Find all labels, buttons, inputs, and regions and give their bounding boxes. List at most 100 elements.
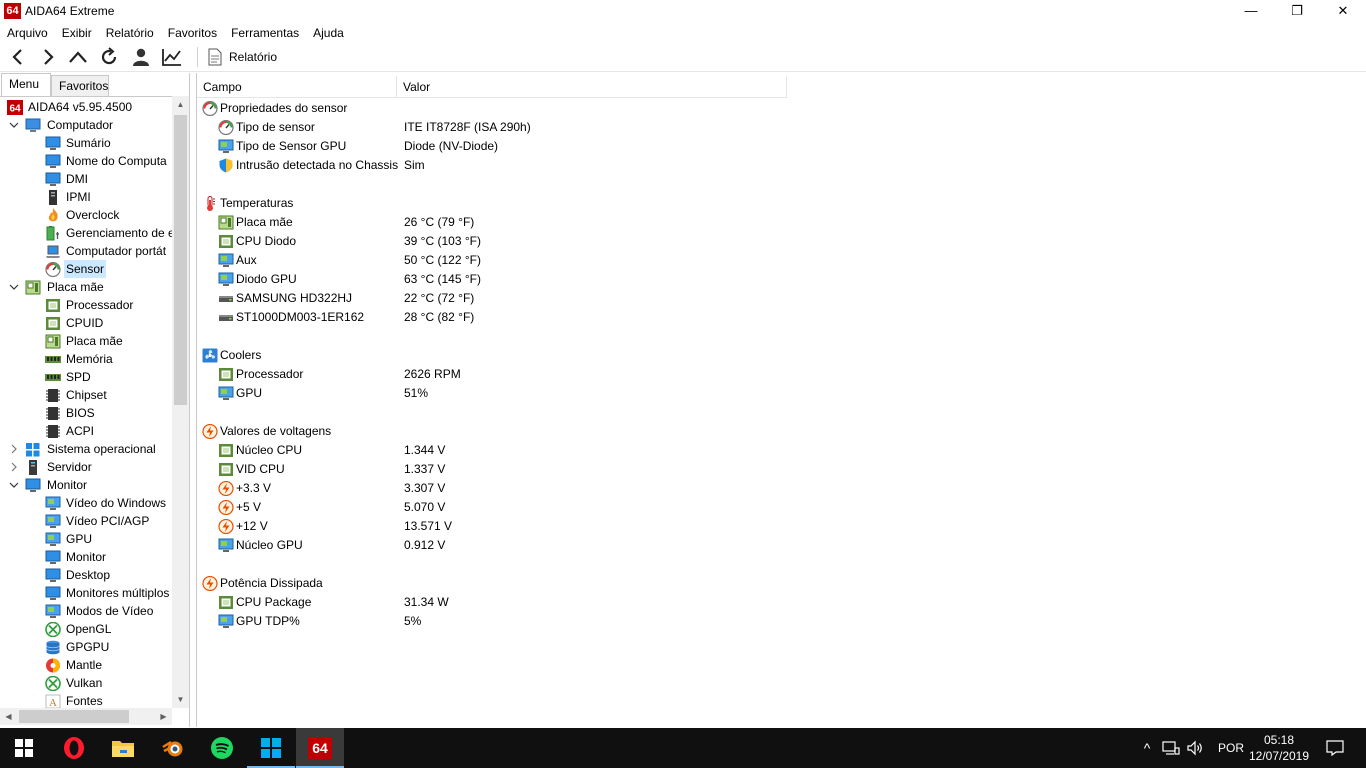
menu-exibir[interactable]: Exibir: [55, 23, 99, 42]
tree-item[interactable]: Nome do Computa: [0, 152, 172, 170]
tree-item[interactable]: Chipset: [0, 386, 172, 404]
tree-item[interactable]: GPGPU: [0, 638, 172, 656]
section-header[interactable]: Propriedades do sensor: [197, 99, 1366, 118]
sensor-row[interactable]: Aux 50 °C (122 °F): [197, 251, 1366, 270]
menu-ajuda[interactable]: Ajuda: [306, 23, 351, 42]
tree-item[interactable]: Gerenciamento de e: [0, 224, 172, 242]
forward-button[interactable]: [35, 45, 61, 69]
tray-expand-icon[interactable]: ^: [1138, 740, 1156, 756]
menu-relatorio[interactable]: Relatório: [99, 23, 161, 42]
tree-item[interactable]: Placa mãe: [0, 278, 172, 296]
tab-favoritos[interactable]: Favoritos: [51, 75, 109, 96]
tree-item[interactable]: 64 AIDA64 v5.95.4500: [0, 98, 172, 116]
tree-item[interactable]: ACPI: [0, 422, 172, 440]
tree-item[interactable]: A Fontes: [0, 692, 172, 708]
report-button[interactable]: Relatório: [207, 46, 277, 68]
tree-item[interactable]: Vulkan: [0, 674, 172, 692]
menu-arquivo[interactable]: Arquivo: [0, 23, 55, 42]
user-button[interactable]: [128, 45, 154, 69]
tab-menu[interactable]: Menu: [1, 73, 51, 96]
refresh-button[interactable]: [96, 45, 122, 69]
sensor-row[interactable]: Intrusão detectada no Chassis Sim: [197, 156, 1366, 175]
sensor-row[interactable]: VID CPU 1.337 V: [197, 460, 1366, 479]
tree-item[interactable]: Sensor: [0, 260, 172, 278]
section-header[interactable]: Temperaturas: [197, 194, 1366, 213]
section-header[interactable]: Valores de voltagens: [197, 422, 1366, 441]
benchmark-button[interactable]: [159, 45, 185, 69]
tree-item[interactable]: Placa mãe: [0, 332, 172, 350]
tree-item[interactable]: Monitor: [0, 476, 172, 494]
tree-item[interactable]: Desktop: [0, 566, 172, 584]
taskbar-opera[interactable]: [50, 728, 98, 768]
tree-item-label: Placa mãe: [66, 334, 123, 348]
sensor-row[interactable]: Placa mãe 26 °C (79 °F): [197, 213, 1366, 232]
section-header[interactable]: Potência Dissipada: [197, 574, 1366, 593]
tree-item[interactable]: Sistema operacional: [0, 440, 172, 458]
tree-item[interactable]: SPD: [0, 368, 172, 386]
tree-item[interactable]: IPMI: [0, 188, 172, 206]
sensor-row[interactable]: Diodo GPU 63 °C (145 °F): [197, 270, 1366, 289]
tree-scroll-thumb[interactable]: [174, 115, 187, 405]
volume-icon[interactable]: [1186, 740, 1204, 756]
language-indicator[interactable]: POR: [1218, 741, 1244, 755]
sensor-row[interactable]: Núcleo CPU 1.344 V: [197, 441, 1366, 460]
tree-item[interactable]: Vídeo do Windows: [0, 494, 172, 512]
sensor-row[interactable]: +3.3 V 3.307 V: [197, 479, 1366, 498]
sensor-row[interactable]: SAMSUNG HD322HJ 22 °C (72 °F): [197, 289, 1366, 308]
sensor-row[interactable]: GPU 51%: [197, 384, 1366, 403]
action-center-button[interactable]: [1320, 728, 1350, 768]
taskbar-file-explorer[interactable]: [99, 728, 147, 768]
sensor-row[interactable]: +12 V 13.571 V: [197, 517, 1366, 536]
tree-item[interactable]: Overclock: [0, 206, 172, 224]
tree-item[interactable]: Monitores múltiplos: [0, 584, 172, 602]
tree-vertical-scrollbar[interactable]: ▲ ▼: [172, 96, 189, 708]
tree-item[interactable]: Processador: [0, 296, 172, 314]
taskbar-aida64[interactable]: 64: [296, 728, 344, 768]
tree-item[interactable]: Monitor: [0, 548, 172, 566]
tree-item[interactable]: DMI: [0, 170, 172, 188]
scroll-left-arrow-icon[interactable]: ◀: [0, 708, 17, 725]
tree-item[interactable]: OpenGL: [0, 620, 172, 638]
tree-horizontal-scrollbar[interactable]: ◀ ▶: [0, 708, 172, 725]
sensor-row[interactable]: +5 V 5.070 V: [197, 498, 1366, 517]
tree-item[interactable]: Memória: [0, 350, 172, 368]
column-valor[interactable]: Valor: [397, 76, 787, 98]
section-header[interactable]: Coolers: [197, 346, 1366, 365]
sensor-row[interactable]: Núcleo GPU 0.912 V: [197, 536, 1366, 555]
tree-item[interactable]: Computador portát: [0, 242, 172, 260]
network-icon[interactable]: [1162, 740, 1180, 756]
sensor-row[interactable]: Tipo de Sensor GPU Diode (NV-Diode): [197, 137, 1366, 156]
tree-item[interactable]: GPU: [0, 530, 172, 548]
tree-hscroll-thumb[interactable]: [19, 710, 129, 723]
tree-item[interactable]: Mantle: [0, 656, 172, 674]
tree-item[interactable]: Modos de Vídeo: [0, 602, 172, 620]
tree-item[interactable]: BIOS: [0, 404, 172, 422]
minimize-button[interactable]: —: [1228, 0, 1274, 23]
tree-item[interactable]: Sumário: [0, 134, 172, 152]
sensor-row[interactable]: CPU Diodo 39 °C (103 °F): [197, 232, 1366, 251]
column-campo[interactable]: Campo: [197, 76, 397, 98]
scroll-down-arrow-icon[interactable]: ▼: [172, 691, 189, 708]
sensor-row[interactable]: Processador 2626 RPM: [197, 365, 1366, 384]
taskbar-windows-app[interactable]: [247, 728, 295, 768]
tree-item[interactable]: Servidor: [0, 458, 172, 476]
tree-item[interactable]: Vídeo PCI/AGP: [0, 512, 172, 530]
sensor-row[interactable]: GPU TDP% 5%: [197, 612, 1366, 631]
maximize-button[interactable]: ❐: [1274, 0, 1320, 23]
menu-favoritos[interactable]: Favoritos: [161, 23, 224, 42]
close-button[interactable]: ✕: [1320, 0, 1366, 23]
scroll-up-arrow-icon[interactable]: ▲: [172, 96, 189, 113]
taskbar-spotify[interactable]: [198, 728, 246, 768]
clock[interactable]: 05:18 12/07/2019: [1247, 732, 1311, 764]
tree-item[interactable]: CPUID: [0, 314, 172, 332]
scroll-right-arrow-icon[interactable]: ▶: [155, 708, 172, 725]
tree-item[interactable]: Computador: [0, 116, 172, 134]
back-button[interactable]: [5, 45, 31, 69]
sensor-row[interactable]: CPU Package 31.34 W: [197, 593, 1366, 612]
taskbar-blender[interactable]: [149, 728, 197, 768]
sensor-row[interactable]: ST1000DM003-1ER162 28 °C (82 °F): [197, 308, 1366, 327]
start-button[interactable]: [0, 728, 48, 768]
sensor-row[interactable]: Tipo de sensor ITE IT8728F (ISA 290h): [197, 118, 1366, 137]
menu-ferramentas[interactable]: Ferramentas: [224, 23, 306, 42]
up-button[interactable]: [65, 45, 91, 69]
